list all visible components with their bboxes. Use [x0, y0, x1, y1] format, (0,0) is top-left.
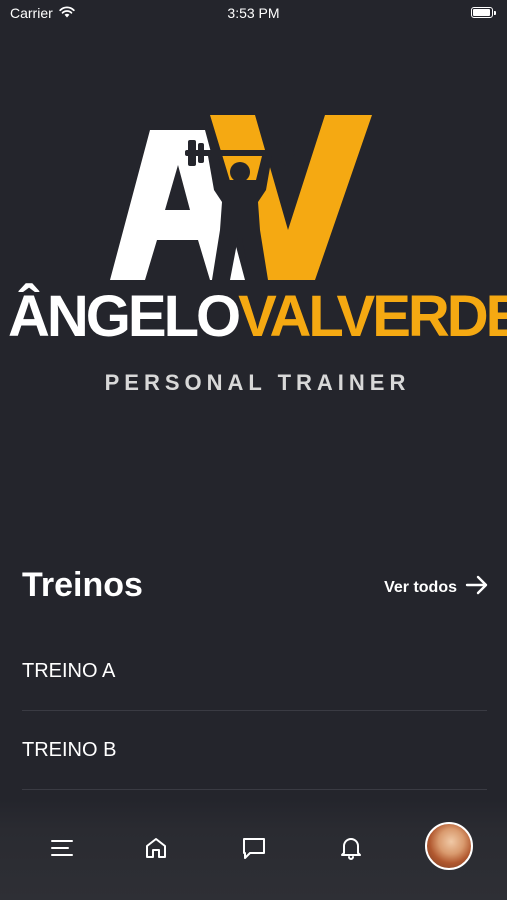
brand-first-name: ÂNGELO: [8, 284, 241, 349]
app-screen: Carrier 3:53 PM ÂNGELOVALVERDE PERSONAL …: [0, 0, 507, 900]
battery-icon: [471, 7, 496, 18]
list-item-label: TREINO B: [22, 738, 117, 761]
list-item[interactable]: TREINO A: [22, 632, 487, 711]
menu-icon: [51, 839, 73, 862]
list-item-label: TREINO A: [22, 659, 116, 682]
brand-logo: ÂNGELOVALVERDE PERSONAL TRAINER: [0, 110, 507, 410]
status-bar: Carrier 3:53 PM: [0, 0, 507, 28]
notifications-button[interactable]: [333, 832, 369, 868]
chat-button[interactable]: [236, 832, 272, 868]
home-icon: [144, 836, 168, 865]
home-button[interactable]: [138, 832, 174, 868]
bottom-nav: [0, 800, 507, 900]
brand-last-name: VALVERDE: [238, 284, 507, 349]
avatar[interactable]: [425, 822, 473, 870]
list-item[interactable]: TREINO B: [22, 711, 487, 790]
section-title: Treinos: [22, 566, 143, 604]
av-monogram-icon: [110, 115, 372, 280]
see-all-label: Ver todos: [384, 578, 457, 596]
see-all-button[interactable]: Ver todos: [384, 575, 489, 600]
status-time: 3:53 PM: [227, 5, 280, 21]
chat-icon: [241, 836, 267, 865]
menu-button[interactable]: [44, 832, 80, 868]
bell-icon: [340, 836, 362, 865]
brand-subtitle: PERSONAL TRAINER: [104, 370, 411, 395]
workout-list: TREINO A TREINO B: [22, 632, 487, 790]
arrow-right-icon: [465, 575, 489, 600]
brand-name: ÂNGELOVALVERDE: [8, 282, 507, 352]
